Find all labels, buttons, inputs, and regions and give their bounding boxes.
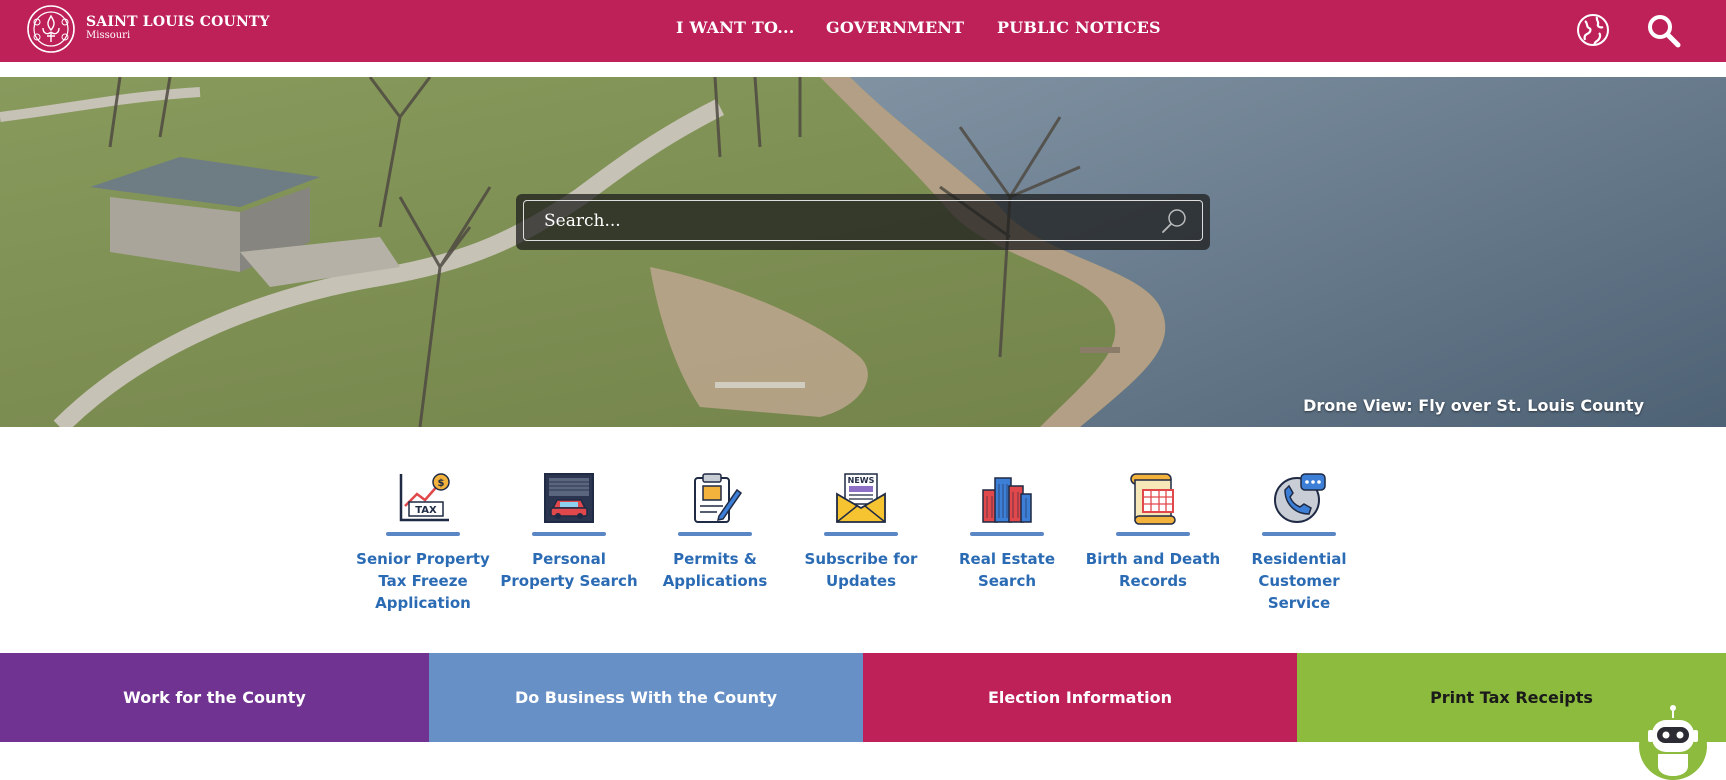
quick-link-subscribe[interactable]: NEWS Subscribe for Updates bbox=[788, 470, 934, 592]
quick-link-senior-tax-freeze[interactable]: $ TAX Senior Property Tax Freeze Applica… bbox=[350, 470, 496, 614]
nav-government[interactable]: GOVERNMENT bbox=[826, 18, 964, 37]
search-icon[interactable] bbox=[1646, 13, 1682, 49]
svg-text:NEWS: NEWS bbox=[848, 476, 875, 485]
quick-link-underline bbox=[1116, 532, 1190, 536]
quick-link-underline bbox=[678, 532, 752, 536]
quick-link-label: Permits & Applications bbox=[662, 550, 768, 590]
quick-links: $ TAX Senior Property Tax Freeze Applica… bbox=[350, 470, 1376, 612]
quick-link-label: Birth and Death Records bbox=[1085, 550, 1221, 590]
quick-link-underline bbox=[532, 532, 606, 536]
quick-link-permits[interactable]: Permits & Applications bbox=[642, 470, 788, 592]
hero-search-input[interactable] bbox=[523, 200, 1203, 241]
buildings-icon bbox=[982, 477, 1032, 523]
site-header: SAINT LOUIS COUNTY Missouri I WANT TO...… bbox=[0, 0, 1726, 62]
quick-link-underline bbox=[824, 532, 898, 536]
quick-link-customer-service[interactable]: Residential Customer Service bbox=[1226, 470, 1372, 614]
quick-link-label: Personal Property Search bbox=[500, 550, 638, 590]
tile-election-information[interactable]: Election Information bbox=[863, 653, 1297, 742]
quick-link-personal-property[interactable]: Personal Property Search bbox=[496, 470, 642, 592]
search-submit-icon[interactable] bbox=[1160, 207, 1188, 235]
garage-car-icon bbox=[544, 473, 594, 523]
news-envelope-icon: NEWS bbox=[836, 473, 886, 523]
quick-link-birth-death-records[interactable]: Birth and Death Records bbox=[1080, 470, 1226, 592]
quick-link-label: Senior Property Tax Freeze Application bbox=[356, 550, 490, 612]
tax-chart-icon: $ TAX bbox=[399, 473, 450, 522]
quick-link-label: Real Estate Search bbox=[958, 550, 1056, 590]
hero-banner: Drone View: Fly over St. Louis County bbox=[0, 77, 1726, 427]
svg-text:TAX: TAX bbox=[415, 505, 437, 516]
nav-public-notices[interactable]: PUBLIC NOTICES bbox=[997, 18, 1161, 37]
svg-text:$: $ bbox=[438, 478, 445, 489]
clipboard-pen-icon bbox=[694, 473, 743, 523]
quick-link-underline bbox=[1262, 532, 1336, 536]
hero-caption[interactable]: Drone View: Fly over St. Louis County bbox=[1303, 396, 1644, 415]
quick-link-label: Residential Customer Service bbox=[1251, 550, 1347, 612]
quick-link-underline bbox=[970, 532, 1044, 536]
calendar-scroll-icon bbox=[1130, 473, 1176, 525]
tile-work-for-county[interactable]: Work for the County bbox=[0, 653, 429, 742]
hero-drone-photo bbox=[0, 77, 1726, 427]
tile-do-business[interactable]: Do Business With the County bbox=[429, 653, 863, 742]
phone-chat-icon bbox=[1274, 473, 1326, 523]
main-nav: I WANT TO... GOVERNMENT PUBLIC NOTICES bbox=[0, 18, 1726, 40]
quick-link-underline bbox=[386, 532, 460, 536]
quick-link-real-estate[interactable]: Real Estate Search bbox=[934, 470, 1080, 592]
globe-icon[interactable] bbox=[1576, 13, 1610, 47]
nav-i-want-to[interactable]: I WANT TO... bbox=[676, 18, 795, 37]
robot-chat-icon[interactable] bbox=[1638, 704, 1708, 780]
quick-link-label: Subscribe for Updates bbox=[804, 550, 918, 590]
